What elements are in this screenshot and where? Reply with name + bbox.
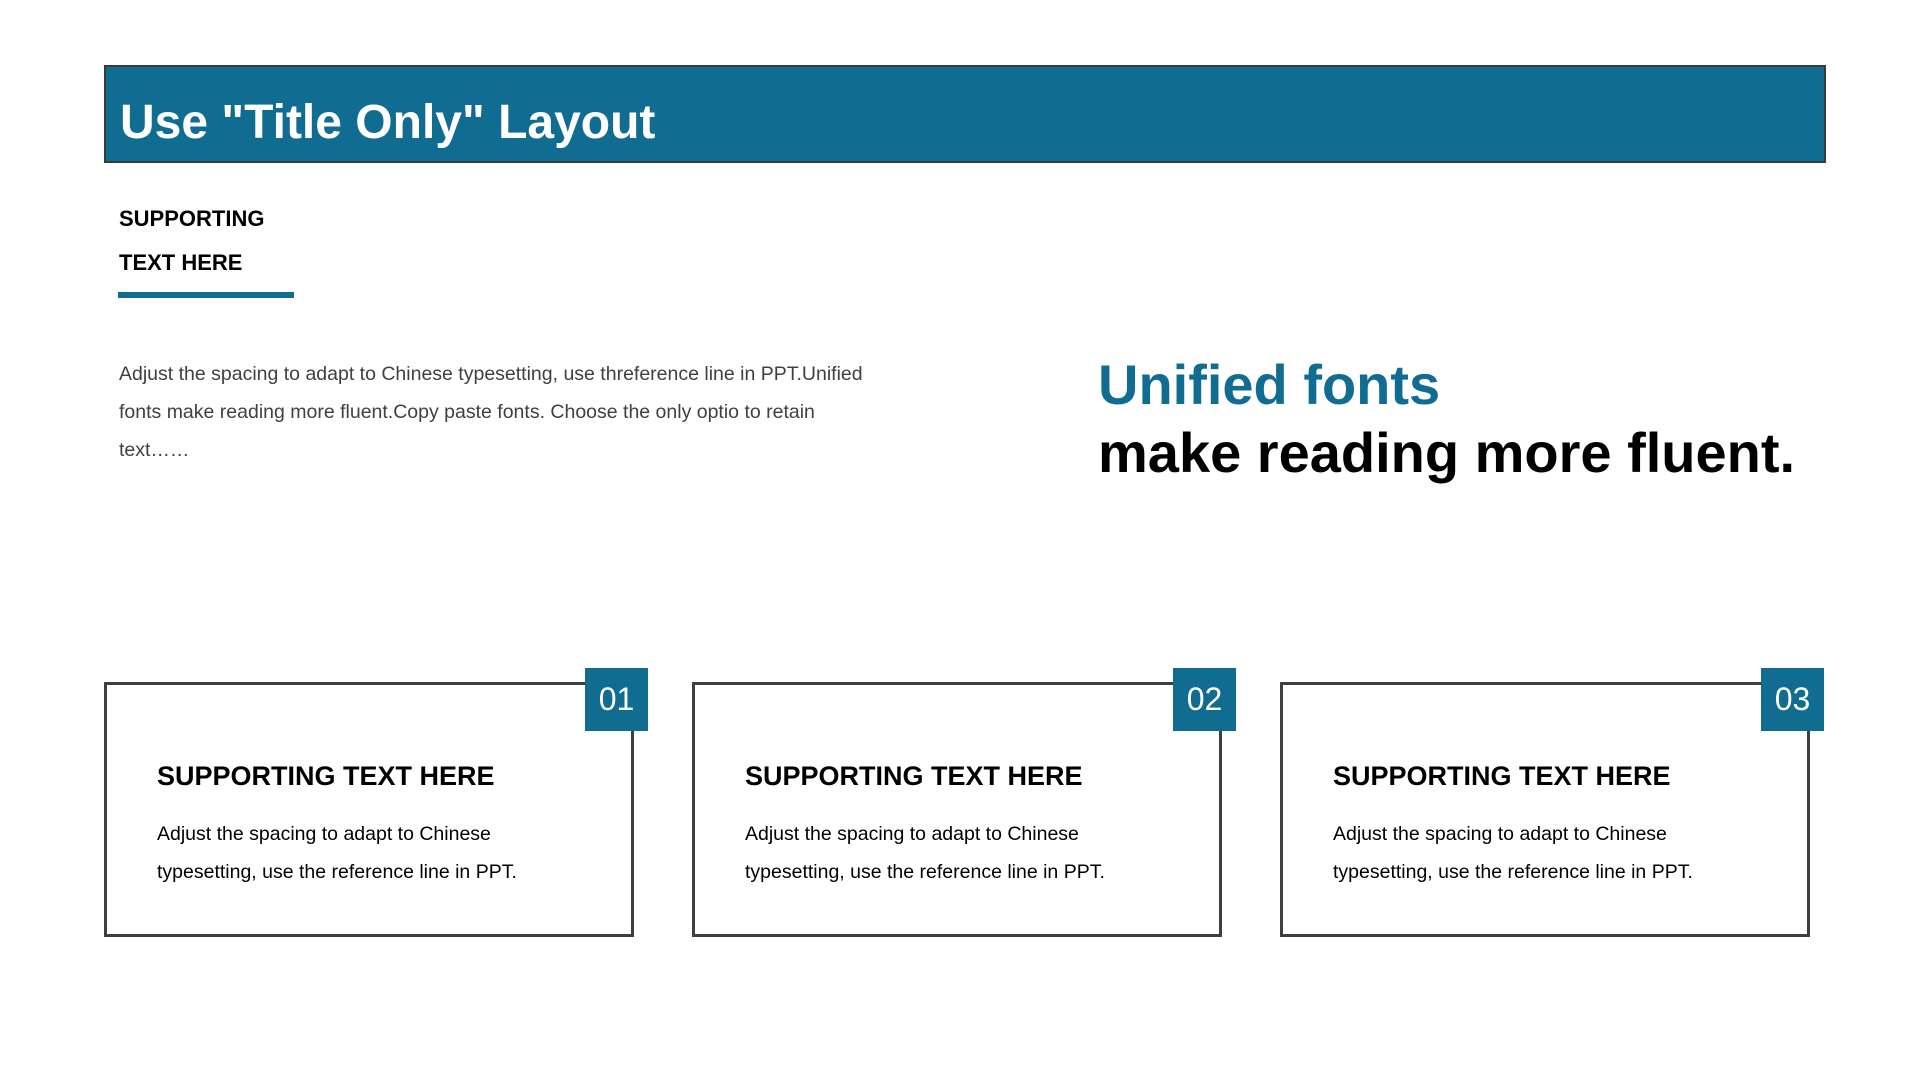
card-body: Adjust the spacing to adapt to Chinese t…	[745, 823, 1105, 883]
supporting-heading-line1: SUPPORTING	[119, 206, 265, 231]
headline: Unified fonts make reading more fluent.	[1098, 351, 1888, 487]
headline-accent: Unified fonts	[1098, 353, 1441, 416]
card-1: 01 SUPPORTING TEXT HERE Adjust the spaci…	[104, 668, 648, 937]
card-number-badge: 03	[1761, 668, 1824, 731]
card-body: Adjust the spacing to adapt to Chinese t…	[157, 823, 517, 883]
card-title: SUPPORTING TEXT HERE	[157, 761, 495, 791]
card-3: 03 SUPPORTING TEXT HERE Adjust the spaci…	[1280, 668, 1824, 937]
card-number-badge: 01	[585, 668, 648, 731]
headline-main: make reading more fluent.	[1098, 421, 1796, 484]
card-2: 02 SUPPORTING TEXT HERE Adjust the spaci…	[692, 668, 1236, 937]
title-bar: Use "Title Only" Layout	[104, 65, 1826, 163]
intro-paragraph: Adjust the spacing to adapt to Chinese t…	[119, 363, 863, 461]
card-number-badge: 02	[1173, 668, 1236, 731]
supporting-heading: SUPPORTING TEXT HERE	[119, 197, 419, 285]
slide-title: Use "Title Only" Layout	[120, 96, 656, 149]
accent-divider	[118, 292, 294, 298]
card-body: Adjust the spacing to adapt to Chinese t…	[1333, 823, 1693, 883]
card-title: SUPPORTING TEXT HERE	[745, 761, 1083, 791]
card-title: SUPPORTING TEXT HERE	[1333, 761, 1671, 791]
supporting-heading-line2: TEXT HERE	[119, 250, 243, 275]
